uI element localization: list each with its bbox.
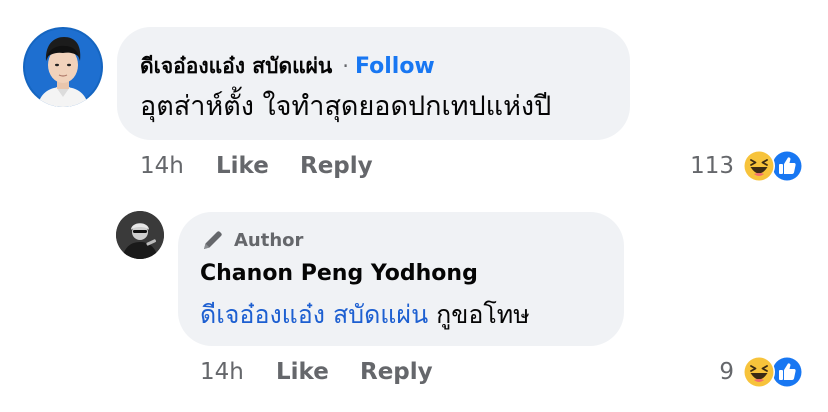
avatar-photo — [23, 27, 103, 107]
reply-body-text: กูขอโทษ — [428, 300, 530, 329]
reply-button[interactable]: Reply — [360, 359, 433, 385]
commenter-avatar[interactable] — [23, 27, 103, 107]
reaction-count: 113 — [690, 153, 734, 179]
reaction-summary[interactable]: 9 — [719, 354, 804, 390]
haha-icon — [743, 150, 775, 182]
like-button[interactable]: Like — [216, 153, 300, 179]
pencil-icon — [204, 231, 222, 249]
comment-header: ดีเจอ๋องแอ๋ง สบัดแผ่น · Follow — [140, 51, 435, 82]
comment-timestamp[interactable]: 14h — [140, 153, 216, 179]
comment-thread: ดีเจอ๋องแอ๋ง สบัดแผ่น · Follow อุตส่าห์ตั้… — [0, 0, 828, 412]
reply-button[interactable]: Reply — [300, 153, 373, 179]
avatar-photo — [116, 211, 164, 259]
reply-actions: 14h Like Reply — [200, 356, 433, 388]
reaction-summary[interactable]: 113 — [690, 148, 804, 184]
reaction-icons — [742, 355, 804, 389]
like-button[interactable]: Like — [276, 359, 360, 385]
reaction-count: 9 — [719, 359, 734, 385]
reaction-icons — [742, 149, 804, 183]
comment-actions: 14h Like Reply — [140, 150, 373, 182]
author-badge-label: Author — [234, 229, 304, 251]
reply-timestamp[interactable]: 14h — [200, 359, 276, 385]
reply-text: ดีเจอ๋องแอ๋ง สบัดแผ่น กูขอโทษ — [200, 296, 530, 334]
comment-author-name[interactable]: ดีเจอ๋องแอ๋ง สบัดแผ่น — [140, 54, 332, 78]
reply-author-name[interactable]: Chanon Peng Yodhong — [200, 259, 478, 289]
reply-author-avatar[interactable] — [116, 211, 164, 259]
author-badge: Author — [200, 226, 303, 254]
follow-button[interactable]: Follow — [355, 54, 435, 79]
haha-icon — [743, 356, 775, 388]
mention-link[interactable]: ดีเจอ๋องแอ๋ง สบัดแผ่น — [200, 300, 428, 329]
comment-text: อุตส่าห์ตั้ง ใจทำสุดยอดปกเทปแห่งปี — [140, 91, 552, 122]
separator-dot: · — [342, 54, 349, 78]
